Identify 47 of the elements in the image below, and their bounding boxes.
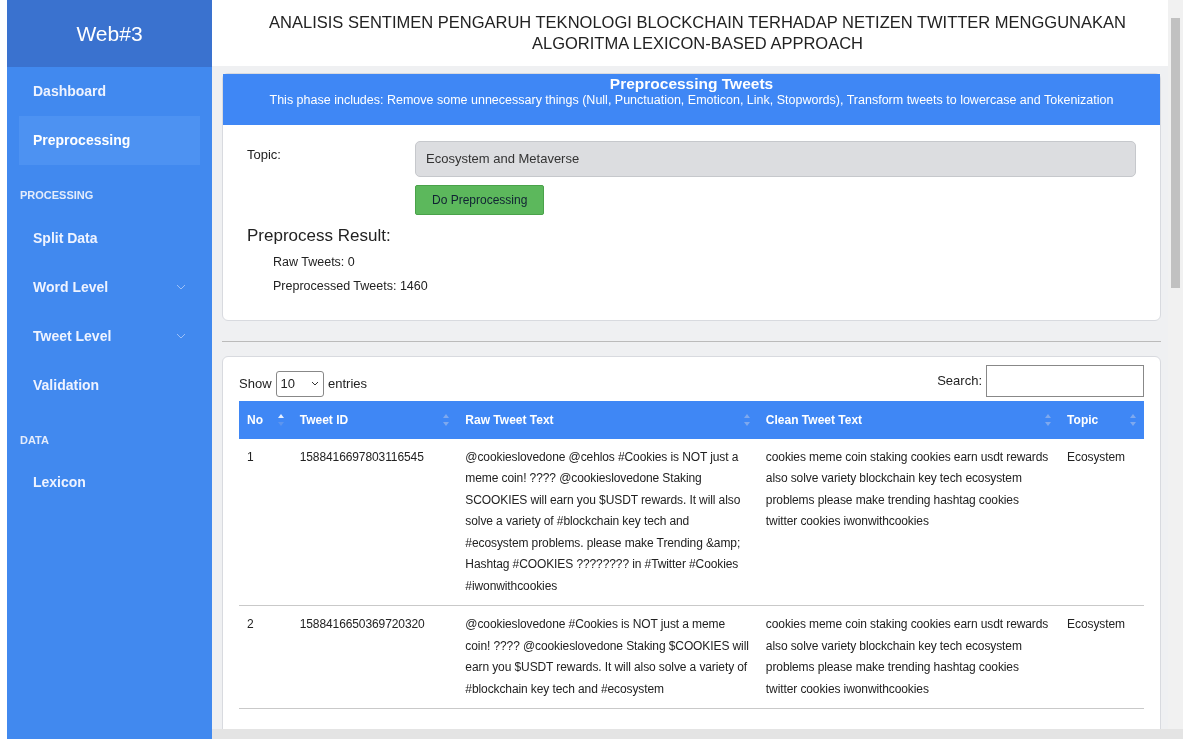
raw-tweet-text: @cookieslovedone @cehlos #Cookies is NOT just a meme coin! ???? @cookieslovedone Staking SCOOKIES will earn you $USDT rewards. It will also solve a variety of #blockchain key tech and #ecosystem problems. please make Trending &amp; Hashtag #COOKIES ???????? in #Twitter #Cookies #iwonwithcookies: [457, 438, 758, 606]
sidebar-item[interactable]: Dashboard: [19, 67, 200, 116]
sidebar-item[interactable]: Word Level: [19, 262, 200, 312]
column-header[interactable]: Tweet ID: [291, 400, 458, 439]
preprocess-button[interactable]: Do Preprocessing: [415, 184, 545, 215]
column-header[interactable]: Raw Tweet Text: [457, 400, 758, 439]
topic-cell: Ecosystem: [1059, 605, 1144, 709]
topic-cell: Ecosystem: [1059, 438, 1144, 606]
tweet-id: 1588416650369720320: [291, 605, 458, 709]
row-number: 2: [239, 605, 292, 709]
clean-tweet-text: cookies meme coin staking cookies earn usdt rewards also solve variety blockchain key tech ecosystem problems please make trending hashtag cookies twitter cookies iwonwithcookies: [757, 605, 1060, 709]
page-title: ANALISIS SENTIMEN PENGARUH TEKNOLOGI BLOCKCHAIN TERHADAP NETIZEN TWITTER MENGGUNAKAN ALGORITMA LEXICON-BASED APPROACH: [268, 11, 1127, 54]
raw-tweet-text: @cookieslovedone #Cookies is NOT just a meme coin! ???? @cookieslovedone Staking $COOKIES will earn you $USDT rewards. It will also solve a variety of #blockchain key tech and #ecosystem: [457, 605, 758, 709]
page-size-select[interactable]: 10: [275, 371, 324, 397]
result-heading: Preprocess Result:: [247, 224, 392, 247]
sort-icon: [1130, 413, 1136, 426]
search-field[interactable]: [986, 364, 1144, 397]
show-label: Show: [239, 375, 272, 393]
sort-icon: [277, 413, 284, 426]
sidebar-item[interactable]: Tweet Level: [19, 311, 200, 361]
entries-label: entries: [328, 375, 368, 393]
chevron-icon: [176, 333, 186, 339]
topic-label: Topic:: [247, 147, 281, 162]
result-stat: Preprocessed Tweets: 1460: [273, 278, 428, 293]
sort-icon: [443, 413, 450, 426]
search-label: Search:: [937, 371, 982, 390]
sort-icon: [1045, 413, 1052, 426]
sidebar-heading: PROCESSING: [19, 188, 95, 203]
column-header[interactable]: No: [239, 400, 292, 439]
sidebar-item[interactable]: Validation: [19, 360, 200, 410]
result-stat: Raw Tweets: 0: [273, 255, 355, 269]
column-header[interactable]: Clean Tweet Text: [757, 400, 1060, 439]
sidebar-item[interactable]: Preprocessing: [19, 116, 200, 165]
topic-field[interactable]: Ecosystem and Metaverse: [415, 141, 1136, 177]
card-title: Preprocessing Tweets: [608, 74, 775, 94]
column-header[interactable]: Topic: [1059, 400, 1144, 439]
chevron-icon: [176, 284, 186, 290]
sidebar-heading: DATA: [19, 432, 50, 448]
sidebar-item[interactable]: Lexicon: [19, 458, 200, 507]
sort-icon: [743, 413, 750, 426]
chevron-icon: [311, 381, 319, 387]
tweet-id: 1588416697803116545: [291, 438, 458, 606]
clean-tweet-text: cookies meme coin staking cookies earn usdt rewards also solve variety blockchain key tech ecosystem problems please make trending hashtag cookies twitter cookies iwonwithcookies: [757, 438, 1060, 606]
card-subtitle: This phase includes: Remove some unnecessary things (Null, Punctuation, Emoticon, Link, Stopwords), Transform tweets to lowercase and Tokenization: [268, 93, 1115, 109]
row-number: 1: [239, 438, 292, 606]
sidebar-item[interactable]: Split Data: [19, 213, 200, 263]
sidebar-brand: Web#3: [7, 0, 212, 67]
